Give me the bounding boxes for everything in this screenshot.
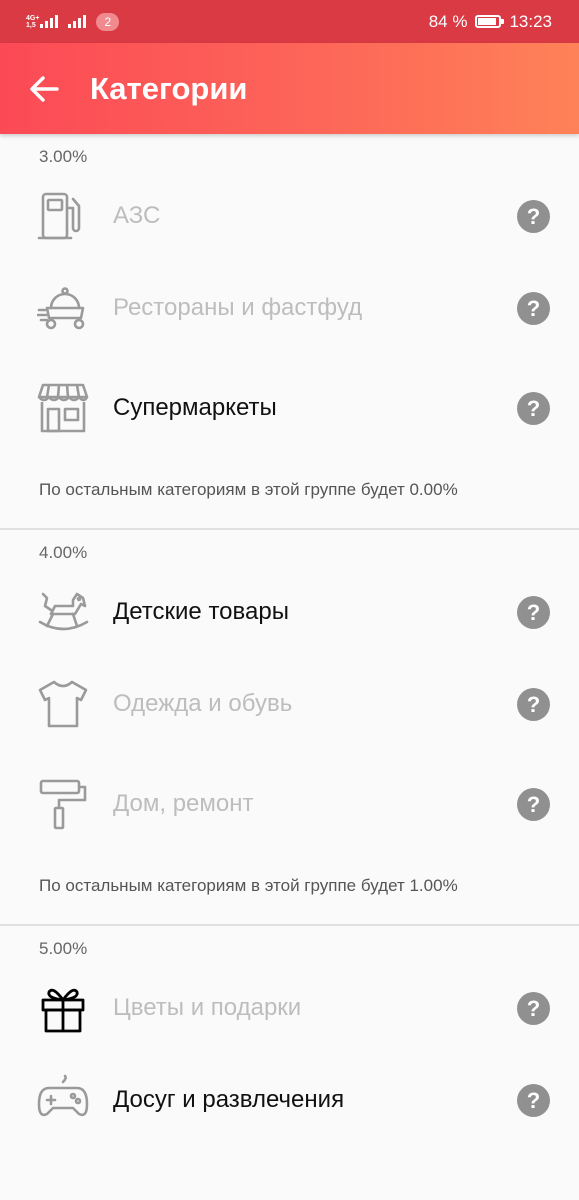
help-icon[interactable]: ? [517, 391, 550, 425]
signal-2-icon [68, 15, 87, 28]
app-bar: Категории [0, 43, 579, 134]
status-bar: 4G+ 1,5 2 84 % 13:23 [0, 0, 579, 43]
category-row-leisure[interactable]: Досуг и развлечения ? [0, 1050, 579, 1150]
back-button[interactable] [0, 43, 90, 134]
group-footer-note: По остальным категориям в этой группе бу… [39, 480, 458, 499]
network-sub: 1,5 [26, 21, 36, 29]
help-icon[interactable]: ? [517, 787, 550, 821]
category-label: Цветы и подарки [113, 994, 302, 1021]
category-row-home[interactable]: Дом, ремонт ? [0, 754, 579, 854]
category-label: Детские товары [113, 598, 289, 625]
category-row-gifts[interactable]: Цветы и подарки ? [0, 966, 579, 1050]
status-right: 84 % 13:23 [429, 12, 552, 32]
battery-percent: 84 % [428, 11, 468, 31]
help-icon[interactable]: ? [517, 199, 550, 233]
category-row-clothes[interactable]: Одежда и обувь ? [0, 654, 579, 754]
network-indicator: 4G+ 1,5 [26, 14, 59, 29]
category-row-kids[interactable]: Детские товары ? [0, 570, 579, 654]
clock: 13:23 [509, 11, 552, 31]
status-left: 4G+ 1,5 2 [26, 12, 120, 31]
gamepad-icon [37, 1074, 89, 1117]
category-label: Супермаркеты [113, 394, 277, 421]
category-row-azs[interactable]: АЗС ? [0, 174, 579, 258]
page-title: Категории [90, 70, 248, 106]
store-icon [37, 383, 89, 433]
network-type: 4G+ [26, 14, 40, 22]
help-icon[interactable]: ? [517, 1083, 550, 1117]
category-group: 3.00% АЗС ? Рестораны и фастфуд ? Суперм… [0, 134, 579, 530]
gift-icon [41, 988, 85, 1033]
group-footer-note: По остальным категориям в этой группе бу… [39, 876, 458, 895]
notification-badge: 2 [96, 12, 120, 31]
help-icon[interactable]: ? [517, 687, 550, 721]
food-delivery-icon [37, 287, 85, 330]
signal-icon [40, 15, 59, 28]
fuel-pump-icon [37, 192, 81, 240]
category-label: Досуг и развлечения [113, 1086, 345, 1113]
category-label: АЗС [113, 202, 161, 229]
arrow-left-icon [30, 75, 59, 102]
help-icon[interactable]: ? [517, 595, 550, 629]
t-shirt-icon [38, 680, 88, 728]
battery-icon [475, 15, 505, 28]
category-group: 5.00% Цветы и подарки ? Досуг и развлече… [0, 926, 579, 1150]
rocking-horse-icon [38, 592, 89, 631]
help-icon[interactable]: ? [517, 291, 550, 325]
category-label: Дом, ремонт [113, 790, 254, 817]
category-label: Одежда и обувь [113, 690, 293, 717]
category-row-restaurants[interactable]: Рестораны и фастфуд ? [0, 258, 579, 358]
category-list: 3.00% АЗС ? Рестораны и фастфуд ? Суперм… [0, 134, 579, 1150]
category-row-supermarkets[interactable]: Супермаркеты ? [0, 358, 579, 458]
category-label: Рестораны и фастфуд [113, 294, 363, 321]
help-icon[interactable]: ? [517, 991, 550, 1025]
category-group: 4.00% Детские товары ? Одежда и обувь ? [0, 530, 579, 926]
paint-roller-icon [39, 779, 87, 830]
